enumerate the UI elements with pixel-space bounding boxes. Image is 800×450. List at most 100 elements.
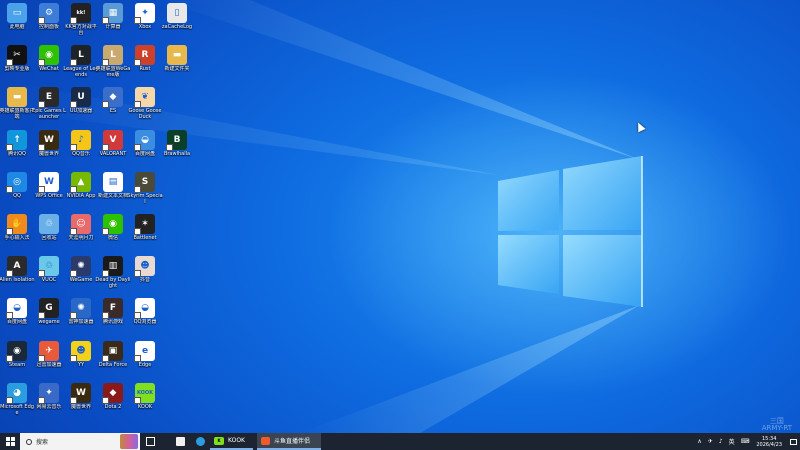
desktop-icon[interactable]: ▯ zaCacheLog <box>162 3 192 30</box>
taskbar-app-kook[interactable]: K KOOK <box>210 433 253 450</box>
desktop-icon[interactable]: ◕ Microsoft Edge <box>0 382 34 416</box>
desktop-icon[interactable]: ♲ 回收站 <box>34 214 64 241</box>
store-button[interactable] <box>170 433 190 450</box>
desktop-icon[interactable]: ✦ 网易云音乐 <box>34 382 64 410</box>
desktop-icon[interactable]: ◉ WeChat <box>34 45 64 72</box>
desktop-icon[interactable]: ♪ QQ音乐 <box>66 129 96 157</box>
input-language[interactable]: 英 <box>729 437 735 446</box>
shortcut-arrow-icon <box>134 143 141 151</box>
desktop-icon[interactable]: R Rust <box>130 45 160 72</box>
desktop-icon[interactable]: ⚙ 控制面板 <box>34 3 64 30</box>
shortcut-arrow-icon <box>70 59 77 67</box>
shortcut-arrow-icon <box>38 59 45 67</box>
taskbar-app-douyu[interactable]: 斗鱼直播伴侣 <box>257 433 321 450</box>
task-view-button[interactable] <box>140 433 160 450</box>
desktop-icon[interactable]: ◎ QQ <box>2 171 32 199</box>
desktop-icon[interactable]: ◒ 百度网盘 <box>130 129 160 157</box>
desktop-icon[interactable]: ◉ Steam <box>2 340 32 368</box>
desktop-icon[interactable]: ✈ 迅雷加速器 <box>34 340 64 368</box>
tray-chevron-icon[interactable]: ∧ <box>697 438 701 445</box>
desktop-icon[interactable]: ◒ QQ浏览器 <box>130 298 160 325</box>
desktop-icon-label: 英雄联盟新客户端 <box>0 108 35 121</box>
app-icon: ♲ <box>38 256 59 278</box>
desktop-icon[interactable]: ✦ Xbox <box>130 3 160 30</box>
desktop-icon[interactable]: ▥ Dead by Daylight <box>95 256 131 289</box>
desktop-icon-label: 腾讯游戏 <box>102 319 123 326</box>
desktop-icon[interactable]: ◉ 微信 <box>98 214 128 241</box>
desktop-icon[interactable]: ☺ 天涯明月刀 <box>66 214 96 241</box>
desktop-icon[interactable]: B Brawlhalla <box>162 129 192 157</box>
shortcut-arrow-icon <box>38 312 45 320</box>
desktop-icon[interactable]: ☻ 抖音 <box>130 256 160 283</box>
app-icon: e <box>134 340 155 362</box>
desktop-icon-label: 天涯明月刀 <box>68 235 94 241</box>
app-icon: ◉ <box>102 214 123 235</box>
desktop-icon[interactable]: V VALORANT <box>98 129 128 157</box>
desktop-icon[interactable]: ✋ 手心输入法 <box>2 214 32 241</box>
desktop-icon[interactable]: ▬ 新建文件夹 <box>162 45 192 72</box>
clock[interactable]: 15:34 2026/4/23 <box>756 436 782 448</box>
desktop-icon[interactable]: Gwegame <box>34 298 64 325</box>
desktop-icon[interactable]: ▬ 英雄联盟新客户端 <box>0 87 35 121</box>
desktop-icon[interactable]: e Edge <box>130 340 160 368</box>
desktop-icon[interactable]: L League of Legends <box>63 45 99 78</box>
shortcut-arrow-icon <box>38 101 45 109</box>
desktop-icon[interactable]: F 腾讯游戏 <box>98 298 128 325</box>
app-icon-glyph: ◉ <box>13 345 21 356</box>
app-icon: W <box>38 129 59 151</box>
desktop-icon[interactable]: W 魔兽世界 <box>66 382 96 410</box>
app-icon: kk! <box>70 3 91 24</box>
desktop-icon[interactable]: ✺ 雷神加速器 <box>66 298 96 325</box>
desktop-icon-label: Brawlhalla <box>163 150 191 157</box>
desktop-icon-label: Rust <box>139 66 151 73</box>
desktop-icon[interactable]: ▲ NVIDIA App <box>66 171 96 199</box>
desktop-icon[interactable]: ✺ WeGame <box>66 256 96 283</box>
desktop-icon[interactable]: U UU加速器 <box>66 87 96 114</box>
desktop-icon[interactable]: ▤ 新建文本文档 <box>98 171 128 199</box>
desktop-icon[interactable]: ◆ Dota 2 <box>98 382 128 410</box>
desktop-icon[interactable]: ☻ YY <box>66 340 96 368</box>
ime-icon[interactable]: ⌨ <box>741 438 750 445</box>
edge-taskbar-button[interactable] <box>190 433 210 450</box>
desktop-icon[interactable]: ▭ 此电脑 <box>2 3 32 30</box>
desktop-icon[interactable]: ✶ Battlenet <box>130 214 160 241</box>
desktop-icon[interactable]: W 魔兽世界 <box>34 129 64 157</box>
volume-icon[interactable]: ♪ <box>719 438 723 445</box>
app-icon-glyph: E <box>45 92 53 103</box>
shortcut-arrow-icon <box>6 228 13 235</box>
desktop-icon[interactable]: E Epic Games Launcher <box>32 87 66 120</box>
app-icon: G <box>38 298 59 320</box>
shortcut-arrow-icon <box>70 270 77 278</box>
desktop-icon[interactable]: ◒ 百度网盘 <box>2 298 32 325</box>
desktop-icon-label: 迅雷加速器 <box>36 361 62 368</box>
desktop-icon[interactable]: ▦ 计算器 <box>98 3 128 30</box>
desktop-icon[interactable]: ↑ 腾讯QQ <box>2 129 32 157</box>
desktop-icon[interactable]: ❦ Goose Goose Duck <box>129 87 161 120</box>
start-button[interactable] <box>0 433 20 450</box>
app-icon: ▣ <box>102 340 123 362</box>
notification-center-button[interactable] <box>786 433 800 450</box>
shortcut-arrow-icon <box>6 143 13 151</box>
app-icon-glyph: ◉ <box>109 219 117 229</box>
desktop-icon[interactable]: kk! KK官方对战平台 <box>65 3 97 36</box>
network-icon[interactable]: ✈ <box>708 438 713 445</box>
desktop-icon[interactable]: S Skyrim Special <box>127 171 163 205</box>
search-placeholder: 搜索 <box>36 439 49 446</box>
desktop-icon[interactable]: KOOK KOOK <box>130 382 160 410</box>
app-icon: F <box>102 298 123 320</box>
desktop-icon[interactable]: ▣ Delta Force <box>98 340 128 368</box>
app-icon: ◕ <box>6 382 27 404</box>
desktop-icon[interactable]: W WPS Office <box>34 171 64 199</box>
douyu-icon <box>261 436 270 445</box>
desktop-icon[interactable]: ◆ ES <box>98 87 128 114</box>
desktop-icon[interactable]: L 英雄联盟WeGame版 <box>96 45 130 78</box>
shortcut-arrow-icon <box>70 185 77 193</box>
search-box[interactable]: 搜索 <box>20 433 140 450</box>
desktop-icon[interactable]: A Alien Isolation <box>0 256 35 283</box>
app-icon-glyph: ◒ <box>13 303 21 314</box>
app-icon: ◆ <box>102 87 123 109</box>
app-icon-glyph: ☻ <box>76 345 86 356</box>
desktop-icon[interactable]: ✂ 剪映专业版 <box>2 45 32 72</box>
desktop-icon[interactable]: ♲ VUOC <box>34 256 64 283</box>
desktop-icon-label: 微信 <box>107 235 118 241</box>
